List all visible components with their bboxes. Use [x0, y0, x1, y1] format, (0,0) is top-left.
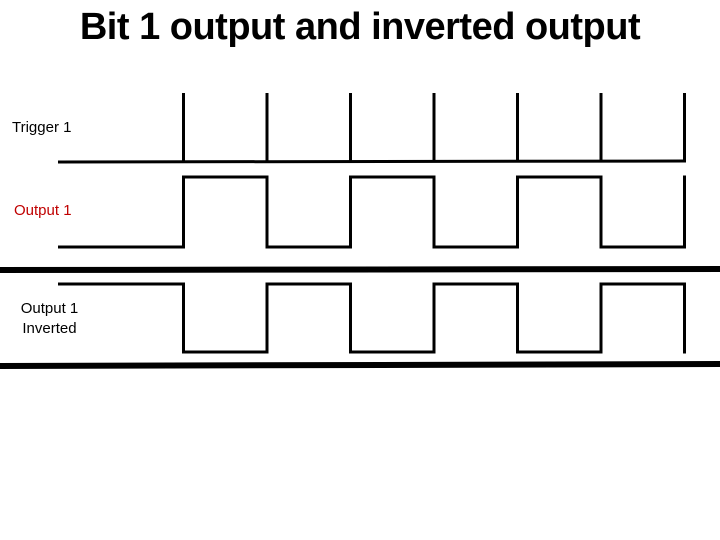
output-waveform — [58, 175, 686, 249]
inverted-square-wave — [58, 282, 686, 354]
timing-diagram — [0, 93, 720, 369]
inverted-waveform — [58, 282, 686, 354]
output-square-wave — [58, 175, 686, 249]
separator-bottom — [0, 361, 720, 369]
trigger-waveform — [57, 93, 687, 164]
trigger-baseline — [57, 159, 687, 164]
separator-top — [0, 266, 720, 273]
